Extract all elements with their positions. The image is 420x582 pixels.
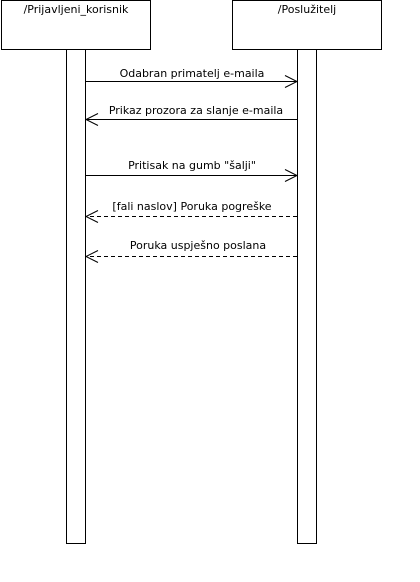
participant-label: /Poslužitelj — [278, 3, 336, 16]
message-label: Pritisak na gumb "šalji" — [128, 159, 256, 172]
message-poruka-pogreske: [fali naslov] Poruka pogreške — [84, 200, 297, 223]
activation-bar-prijavljeni-korisnik — [66, 49, 86, 544]
message-poruka-uspjesno-poslana: Poruka uspješno poslana — [84, 239, 297, 263]
participant-label: /Prijavljeni_korisnik — [24, 3, 129, 16]
message-label: Prikaz prozora za slanje e-maila — [109, 104, 283, 117]
message-odabran-primatelj: Odabran primatelj e-maila — [86, 67, 299, 88]
message-pritisak-na-gumb: Pritisak na gumb "šalji" — [86, 159, 299, 182]
message-label: [fali naslov] Poruka pogreške — [112, 200, 271, 213]
activation-bar-posluzitelj — [297, 49, 317, 544]
message-label: Odabran primatelj e-maila — [120, 67, 265, 80]
message-prikaz-prozora: Prikaz prozora za slanje e-maila — [84, 104, 297, 126]
sequence-diagram: /Prijavljeni_korisnik /Poslužitelj Odabr… — [1, 0, 382, 544]
participant-prijavljeni-korisnik: /Prijavljeni_korisnik — [1, 0, 151, 50]
participant-posluzitelj: /Poslužitelj — [232, 0, 382, 50]
message-label: Poruka uspješno poslana — [130, 239, 266, 252]
